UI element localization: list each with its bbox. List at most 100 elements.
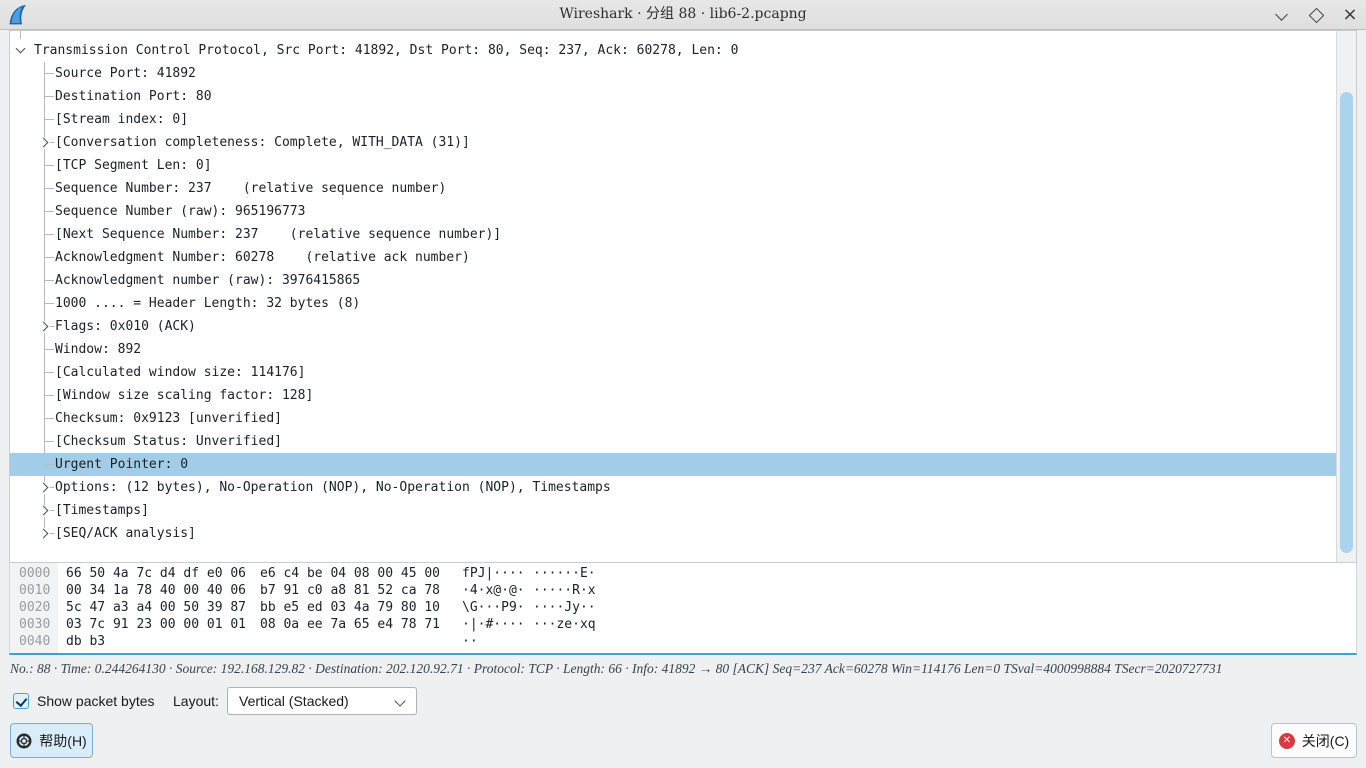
hex-ascii: fPJ|···· (462, 565, 525, 582)
tree-connector-tick (44, 464, 54, 465)
chevron-right-icon[interactable] (38, 528, 50, 540)
hex-ascii: ·· (462, 633, 478, 650)
tree-row-label: Acknowledgment Number: 60278 (relative a… (55, 246, 470, 269)
hex-row[interactable]: 001000 34 1a 78 40 00 40 06b7 91 c0 a8 8… (10, 582, 1356, 599)
tree-rows: Transmission Control Protocol, Src Port:… (10, 31, 1336, 562)
hex-ascii: ·|·#···· (462, 616, 525, 633)
hex-bytes: bb e5 ed 03 4a 79 80 10 (260, 599, 440, 616)
tree-connector-tick (44, 165, 54, 166)
hex-bytes: db b3 (66, 633, 105, 650)
tree-row[interactable]: Flags: 0x010 (ACK) (10, 315, 1336, 338)
tree-row[interactable]: Acknowledgment number (raw): 3976415865 (10, 269, 1336, 292)
tree-connector-tick (44, 234, 54, 235)
hex-bytes: 00 34 1a 78 40 00 40 06 (66, 582, 246, 599)
tree-row[interactable]: Sequence Number: 237 (relative sequence … (10, 177, 1336, 200)
hex-ascii: ····Jy·· (533, 599, 596, 616)
help-button[interactable]: 帮助(H) (10, 723, 93, 758)
hex-offset: 0020 (19, 599, 50, 616)
chevron-right-icon[interactable] (38, 137, 50, 149)
tree-connector-tick (44, 349, 54, 350)
show-packet-bytes-label[interactable]: Show packet bytes (37, 686, 155, 716)
hex-bytes: 66 50 4a 7c d4 df e0 06 (66, 565, 246, 582)
tree-row-label: [Conversation completeness: Complete, WI… (55, 131, 470, 154)
hex-bytes: 03 7c 91 23 00 00 01 01 (66, 616, 246, 633)
layout-select-value: Vertical (Stacked) (239, 693, 349, 709)
tree-row[interactable]: Acknowledgment Number: 60278 (relative a… (10, 246, 1336, 269)
tree-row[interactable]: [SEQ/ACK analysis] (10, 522, 1336, 545)
tree-row-label: [Timestamps] (55, 499, 149, 522)
tree-row[interactable]: [Checksum Status: Unverified] (10, 430, 1336, 453)
tree-connector-tick (44, 257, 54, 258)
hex-ascii: ······E· (533, 565, 596, 582)
hex-bytes: 08 0a ee 7a 65 e4 78 71 (260, 616, 440, 633)
tree-row[interactable]: [Window size scaling factor: 128] (10, 384, 1336, 407)
close-window-icon[interactable]: × (1342, 7, 1358, 23)
tree-row[interactable]: [Stream index: 0] (10, 108, 1336, 131)
tree-connector-tick (44, 418, 54, 419)
tree-row-label: [Next Sequence Number: 237 (relative seq… (55, 223, 501, 246)
titlebar: Wireshark · 分组 88 · lib6-2.pcapng × (0, 0, 1366, 30)
tree-row[interactable]: [Calculated window size: 114176] (10, 361, 1336, 384)
hex-ascii: \G···P9· (462, 599, 525, 616)
layout-label: Layout: (173, 686, 219, 716)
hex-offset: 0030 (19, 616, 50, 633)
packet-bytes-pane[interactable]: 0000 66 50 4a 7c d4 df e0 06 e6 c4 be 04 0… (9, 563, 1357, 655)
chevron-right-icon[interactable] (38, 321, 50, 333)
tree-connector-tick (44, 119, 54, 120)
tree-connector-tick (44, 395, 54, 396)
tree-row[interactable]: [Next Sequence Number: 237 (relative seq… (10, 223, 1336, 246)
hex-row[interactable]: 0000 66 50 4a 7c d4 df e0 06 e6 c4 be 04 0… (10, 565, 1356, 582)
controls-row: Show packet bytes Layout: Vertical (Stac… (0, 686, 1366, 716)
tree-row-label: [TCP Segment Len: 0] (55, 154, 212, 177)
hex-ascii: ·4·x@·@· (462, 582, 525, 599)
help-button-label: 帮助(H) (39, 731, 86, 751)
tree-row[interactable]: 1000 .... = Header Length: 32 bytes (8) (10, 292, 1336, 315)
tree-row-label: Transmission Control Protocol, Src Port:… (34, 39, 738, 62)
hex-row[interactable]: 0040 db b3 ·· (10, 633, 1356, 650)
tree-row[interactable]: Window: 892 (10, 338, 1336, 361)
maximize-icon[interactable] (1308, 7, 1324, 23)
hex-offset: 0000 (19, 565, 50, 582)
tree-connector-tick (44, 372, 54, 373)
tree-row[interactable]: Checksum: 0x9123 [unverified] (10, 407, 1336, 430)
tree-row-label: Acknowledgment number (raw): 3976415865 (55, 269, 360, 292)
tree-row-label: Window: 892 (55, 338, 141, 361)
tree-row[interactable]: Source Port: 41892 (10, 62, 1336, 85)
tree-row-label: Sequence Number (raw): 965196773 (55, 200, 305, 223)
minimize-icon[interactable] (1274, 7, 1290, 23)
chevron-right-icon[interactable] (38, 505, 50, 517)
help-icon (16, 733, 32, 749)
tree-row-label: [Checksum Status: Unverified] (55, 430, 282, 453)
tree-row[interactable]: Urgent Pointer: 0 (10, 453, 1336, 476)
tree-connector-tick (44, 303, 54, 304)
hex-rows: 0000 66 50 4a 7c d4 df e0 06 e6 c4 be 04 0… (10, 565, 1356, 650)
tree-row-label: [Window size scaling factor: 128] (55, 384, 313, 407)
tree-row[interactable]: Transmission Control Protocol, Src Port:… (10, 39, 1336, 62)
tree-scrollbar[interactable] (1336, 31, 1356, 562)
tree-connector-tick (44, 211, 54, 212)
tree-connector-tick (44, 280, 54, 281)
close-button[interactable]: ✕ 关闭(C) (1271, 723, 1357, 758)
tree-row[interactable]: Options: (12 bytes), No-Operation (NOP),… (10, 476, 1336, 499)
tree-row[interactable]: Destination Port: 80 (10, 85, 1336, 108)
tree-row-label: 1000 .... = Header Length: 32 bytes (8) (55, 292, 360, 315)
chevron-down-icon[interactable] (15, 45, 27, 57)
tree-scrollbar-thumb[interactable] (1340, 92, 1353, 553)
show-packet-bytes-checkbox[interactable] (13, 693, 29, 709)
tree-row-label: Checksum: 0x9123 [unverified] (55, 407, 282, 430)
tree-row-label: Destination Port: 80 (55, 85, 212, 108)
hex-row[interactable]: 00205c 47 a3 a4 00 50 39 87bb e5 ed 03 4… (10, 599, 1356, 616)
tree-connector-tick (44, 96, 54, 97)
hex-offset: 0040 (19, 633, 50, 650)
tree-row[interactable]: [Conversation completeness: Complete, WI… (10, 131, 1336, 154)
tree-row[interactable]: Sequence Number (raw): 965196773 (10, 200, 1336, 223)
hex-ascii: ·····R·x (533, 582, 596, 599)
hex-offset: 0010 (19, 582, 50, 599)
tree-row[interactable]: [Timestamps] (10, 499, 1336, 522)
hex-row[interactable]: 0030 03 7c 91 23 00 00 01 01 08 0a ee 7a 6… (10, 616, 1356, 633)
hex-ascii: ···ze·xq (533, 616, 596, 633)
layout-select[interactable]: Vertical (Stacked) (227, 687, 417, 715)
tree-row[interactable]: [TCP Segment Len: 0] (10, 154, 1336, 177)
chevron-right-icon[interactable] (38, 482, 50, 494)
hex-bytes: e6 c4 be 04 08 00 45 00 (260, 565, 440, 582)
